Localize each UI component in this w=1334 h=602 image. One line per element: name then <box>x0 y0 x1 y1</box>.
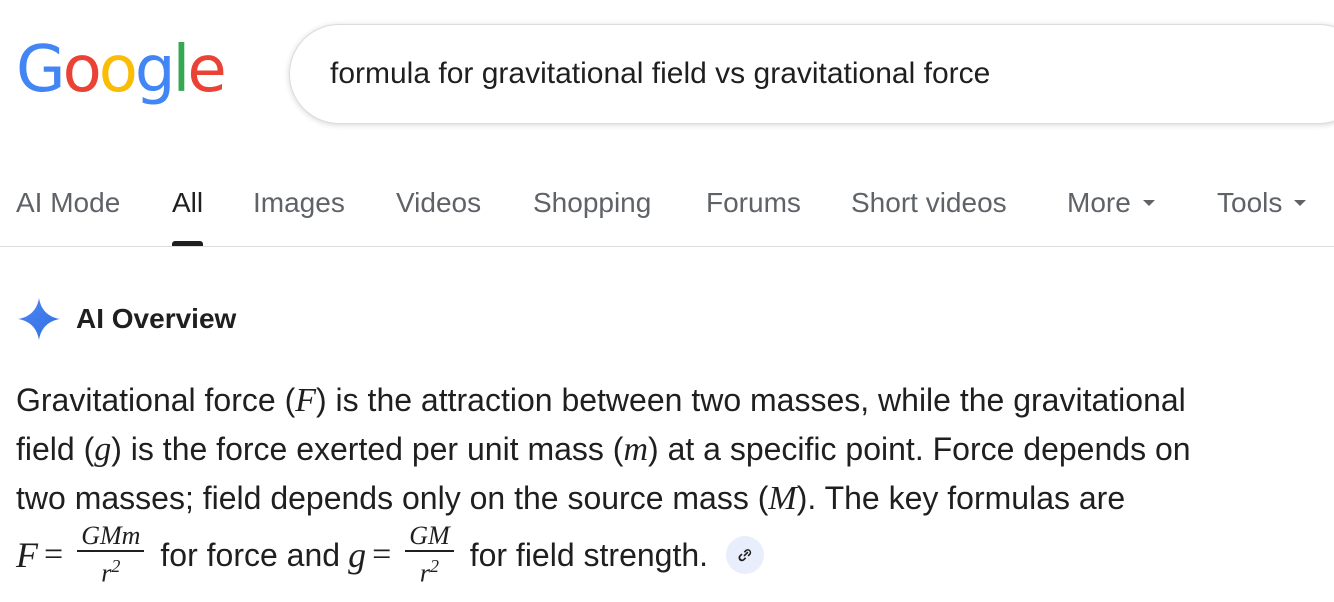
math-variable: M <box>768 480 797 517</box>
tab-label: Short videos <box>851 187 1007 218</box>
formula-text: for force and <box>160 536 341 573</box>
fraction-numerator: GM <box>409 521 450 551</box>
formula-text: for field strength. <box>469 536 709 573</box>
math-variable: g <box>94 431 112 468</box>
fraction-denominator: r2 <box>416 552 443 588</box>
logo-letter: g <box>134 33 176 107</box>
ai-overview-title: AI Overview <box>76 303 237 334</box>
tab-label: Forums <box>706 187 801 218</box>
fraction-denominator: r2 <box>97 552 124 588</box>
math-variable: m <box>623 431 649 468</box>
search-tabs: AI Mode All Images Videos Shopping Forum… <box>0 180 1334 246</box>
denominator-base: r <box>419 558 431 588</box>
formula-line: F = GMm r2 for force and g = GM r2 for f… <box>16 520 765 590</box>
link-icon <box>738 549 752 562</box>
tab-videos[interactable]: Videos <box>396 180 481 246</box>
tab-label: Videos <box>396 187 482 218</box>
overview-text: ) is the force exerted per unit mass ( <box>111 431 624 467</box>
ai-overview-header: AI Overview <box>16 296 236 342</box>
tab-label: More <box>1067 187 1131 218</box>
logo-letter: o <box>98 33 138 107</box>
search-input[interactable] <box>330 50 1230 98</box>
tab-all[interactable]: All <box>172 180 204 246</box>
force-fraction: GMm r2 <box>77 521 145 588</box>
math-variable: g <box>348 535 367 575</box>
tab-images[interactable]: Images <box>253 180 345 246</box>
tabs-divider <box>0 246 1334 247</box>
tab-tools[interactable]: Tools <box>1217 180 1307 246</box>
logo-letter: e <box>187 33 226 107</box>
ai-overview-text: Gravitational force (F) is the attractio… <box>16 376 1246 523</box>
tab-label: All <box>172 187 204 218</box>
source-link-button[interactable] <box>726 536 765 574</box>
tab-label: Tools <box>1217 187 1283 218</box>
fraction-numerator: GMm <box>81 521 141 551</box>
tab-short-videos[interactable]: Short videos <box>851 180 1007 246</box>
logo-letter: G <box>16 33 66 107</box>
tab-forums[interactable]: Forums <box>706 180 801 246</box>
overview-text: ). The key formulas are <box>796 480 1126 516</box>
sparkle-icon <box>18 298 60 340</box>
tab-label: Shopping <box>533 187 652 218</box>
logo-letter: l <box>172 33 191 107</box>
tab-label: AI Mode <box>16 187 121 218</box>
caret-down-icon <box>1142 199 1155 206</box>
denominator-exponent: 2 <box>111 556 121 577</box>
logo-letter: o <box>62 33 102 107</box>
equals-sign: = <box>44 536 64 573</box>
field-fraction: GM r2 <box>405 521 454 588</box>
math-variable: F <box>295 382 316 419</box>
tab-ai-mode[interactable]: AI Mode <box>16 180 120 246</box>
search-box[interactable] <box>289 24 1334 124</box>
caret-down-icon <box>1294 199 1307 206</box>
denominator-exponent: 2 <box>430 556 440 577</box>
denominator-base: r <box>101 558 112 588</box>
tab-more[interactable]: More <box>1067 180 1155 246</box>
google-logo[interactable]: Google <box>16 30 227 110</box>
tab-label: Images <box>253 187 345 218</box>
tab-shopping[interactable]: Shopping <box>533 180 651 246</box>
overview-text: Gravitational force ( <box>16 382 296 418</box>
math-variable: F <box>16 535 38 575</box>
equals-sign: = <box>372 536 392 573</box>
